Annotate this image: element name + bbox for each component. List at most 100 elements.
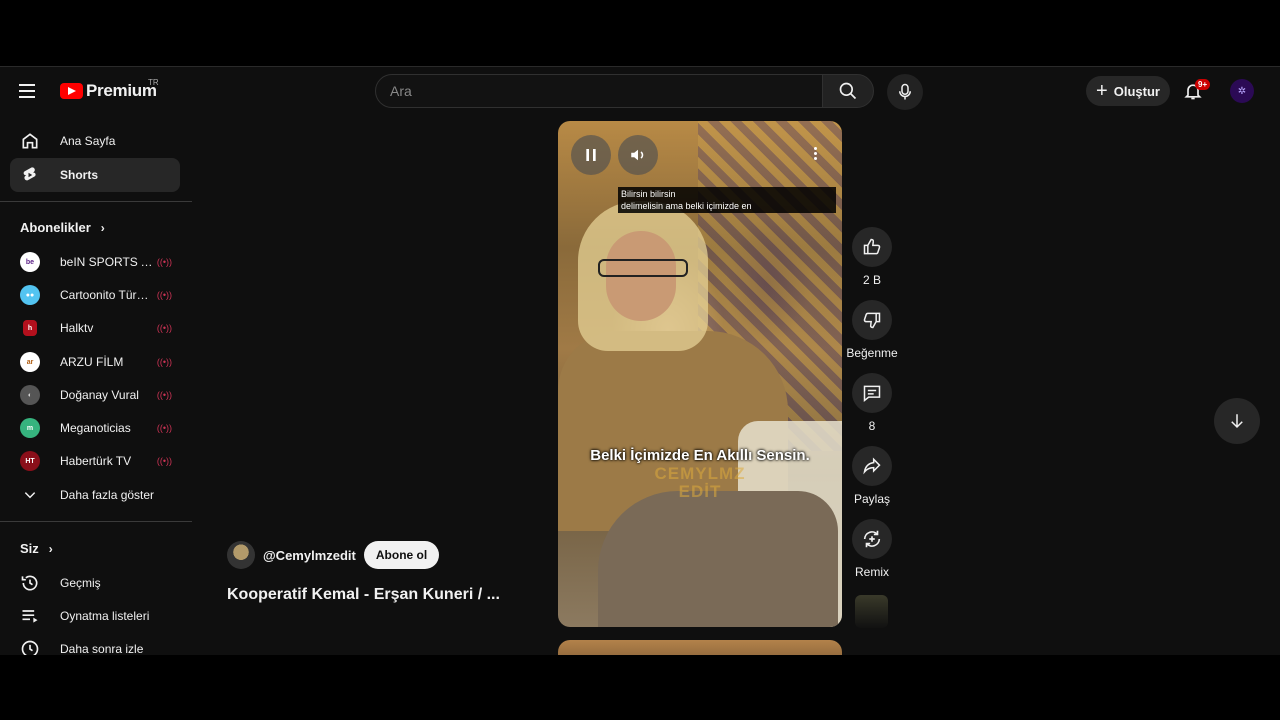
channel-avatar: be bbox=[20, 252, 40, 272]
subscription-item[interactable]: ●● Cartoonito Türkiye ((•)) bbox=[20, 283, 172, 307]
live-icon: ((•)) bbox=[156, 257, 172, 267]
burned-subtitle: Belki İçimizde En Akıllı Sensin. bbox=[590, 447, 810, 464]
channel-avatar: h bbox=[23, 320, 37, 336]
subscriptions-title: Abonelikler bbox=[20, 220, 91, 235]
live-icon: ((•)) bbox=[156, 357, 172, 367]
watermark-line: CEMYLMZ bbox=[654, 464, 746, 483]
chevron-right-icon: › bbox=[100, 220, 105, 235]
sidebar: Ana Sayfa Shorts Abonelikler › be beIN S… bbox=[0, 121, 192, 655]
dislike-button[interactable] bbox=[852, 300, 892, 340]
youtube-play-icon bbox=[60, 83, 83, 99]
shorts-icon bbox=[20, 165, 40, 185]
channel-avatar: ●● bbox=[20, 285, 40, 305]
share-label: Paylaş bbox=[853, 492, 891, 506]
sidebar-item-shorts[interactable]: Shorts bbox=[10, 158, 180, 192]
search-input[interactable] bbox=[376, 75, 792, 107]
comments-button[interactable] bbox=[852, 373, 892, 413]
remix-button[interactable] bbox=[852, 519, 892, 559]
pause-icon bbox=[586, 149, 596, 161]
show-more-button[interactable]: Daha fazla göster bbox=[20, 483, 172, 507]
subscribe-button[interactable]: Abone ol bbox=[363, 541, 440, 569]
audio-source-thumbnail[interactable] bbox=[855, 595, 888, 628]
create-label: Oluştur bbox=[1113, 83, 1160, 99]
subscription-item[interactable]: m Meganoticias ((•)) bbox=[20, 416, 172, 440]
watermark-line: EDİT bbox=[678, 482, 722, 501]
more-options-icon[interactable] bbox=[814, 145, 818, 162]
subscription-name: Meganoticias bbox=[60, 421, 131, 435]
remix-icon bbox=[863, 530, 881, 548]
microphone-icon bbox=[899, 83, 911, 100]
country-code: TR bbox=[148, 78, 159, 87]
remix-action: Remix bbox=[848, 519, 896, 579]
voice-search-button[interactable] bbox=[887, 74, 923, 110]
channel-name[interactable]: @Cemylmzedit bbox=[263, 548, 356, 563]
short-video-player[interactable]: Bilirsin bilirsin delimelisin ama belki … bbox=[558, 121, 842, 627]
chevron-right-icon: › bbox=[48, 541, 53, 556]
sidebar-item-label: Geçmiş bbox=[60, 576, 101, 590]
you-header[interactable]: Siz › bbox=[20, 541, 53, 556]
plus-icon: + bbox=[1096, 79, 1108, 102]
logo-text: Premium bbox=[86, 81, 157, 100]
watch-later-icon bbox=[20, 639, 40, 655]
subscription-name: Habertürk TV bbox=[60, 454, 132, 468]
sidebar-item-playlists[interactable]: Oynatma listeleri bbox=[10, 599, 180, 633]
pause-button[interactable] bbox=[571, 135, 611, 175]
show-more-label: Daha fazla göster bbox=[60, 488, 155, 502]
subscription-item[interactable]: be beIN SPORTS Ar... ((•)) bbox=[20, 250, 172, 274]
channel-avatar[interactable] bbox=[227, 541, 255, 569]
comment-count: 8 bbox=[868, 419, 876, 433]
like-button[interactable] bbox=[852, 227, 892, 267]
menu-icon[interactable] bbox=[16, 80, 44, 102]
caption-line: Bilirsin bilirsin bbox=[621, 189, 676, 199]
arrow-down-icon bbox=[1231, 414, 1243, 429]
sidebar-item-label: Shorts bbox=[60, 168, 99, 182]
subscription-name: Halktv bbox=[60, 321, 94, 335]
create-button[interactable]: + Oluştur bbox=[1086, 76, 1170, 106]
subscription-item[interactable]: HT Habertürk TV ((•)) bbox=[20, 449, 172, 473]
live-icon: ((•)) bbox=[156, 290, 172, 300]
volume-icon bbox=[631, 149, 644, 161]
search-box bbox=[375, 74, 824, 108]
video-watermark: CEMYLMZ EDİT bbox=[558, 465, 842, 501]
next-short-preview[interactable] bbox=[558, 640, 842, 655]
thumbs-down-icon bbox=[863, 312, 881, 329]
channel-avatar: ◐ bbox=[20, 385, 40, 405]
playlists-icon bbox=[20, 606, 40, 626]
volume-button[interactable] bbox=[618, 135, 658, 175]
sidebar-item-label: Daha sonra izle bbox=[60, 642, 144, 655]
subscription-item[interactable]: ◐ Doğanay Vural ((•)) bbox=[20, 383, 172, 407]
live-icon: ((•)) bbox=[156, 390, 172, 400]
sidebar-item-home[interactable]: Ana Sayfa bbox=[10, 124, 180, 158]
channel-row: @Cemylmzedit Abone ol bbox=[227, 541, 440, 569]
divider bbox=[0, 201, 192, 202]
share-button[interactable] bbox=[852, 446, 892, 486]
sidebar-item-history[interactable]: Geçmiş bbox=[10, 566, 180, 600]
chevron-down-icon bbox=[20, 485, 40, 505]
like-action: 2 B bbox=[848, 227, 896, 287]
sidebar-item-watch-later[interactable]: Daha sonra izle bbox=[10, 632, 180, 655]
channel-avatar: ar bbox=[20, 352, 40, 372]
dislike-action: Beğenme bbox=[846, 300, 898, 360]
channel-avatar: m bbox=[20, 418, 40, 438]
subscription-item[interactable]: ar ARZU FİLM ((•)) bbox=[20, 350, 172, 374]
search-button[interactable] bbox=[822, 74, 874, 108]
subscriptions-header[interactable]: Abonelikler › bbox=[20, 220, 105, 235]
home-icon bbox=[20, 131, 40, 151]
history-icon bbox=[20, 573, 40, 593]
channel-avatar: HT bbox=[20, 451, 40, 471]
sidebar-item-label: Ana Sayfa bbox=[60, 134, 116, 148]
subscription-name: ARZU FİLM bbox=[60, 355, 124, 369]
next-video-button[interactable] bbox=[1214, 398, 1260, 444]
subscription-name: beIN SPORTS Ar... bbox=[60, 255, 154, 269]
live-icon: ((•)) bbox=[156, 323, 172, 333]
video-title[interactable]: Kooperatif Kemal - Erşan Kuneri / ... bbox=[227, 586, 517, 604]
search-icon bbox=[839, 82, 857, 100]
youtube-premium-logo[interactable]: Premium TR bbox=[60, 78, 159, 101]
dislike-label: Beğenme bbox=[846, 346, 898, 360]
account-avatar[interactable]: ✲ bbox=[1230, 79, 1254, 103]
closed-caption-box: Bilirsin bilirsin delimelisin ama belki … bbox=[618, 187, 836, 213]
video-frame-glasses bbox=[598, 259, 688, 277]
comment-icon bbox=[863, 385, 881, 403]
thumbs-up-icon bbox=[863, 238, 881, 255]
subscription-item[interactable]: h Halktv ((•)) bbox=[20, 316, 172, 340]
